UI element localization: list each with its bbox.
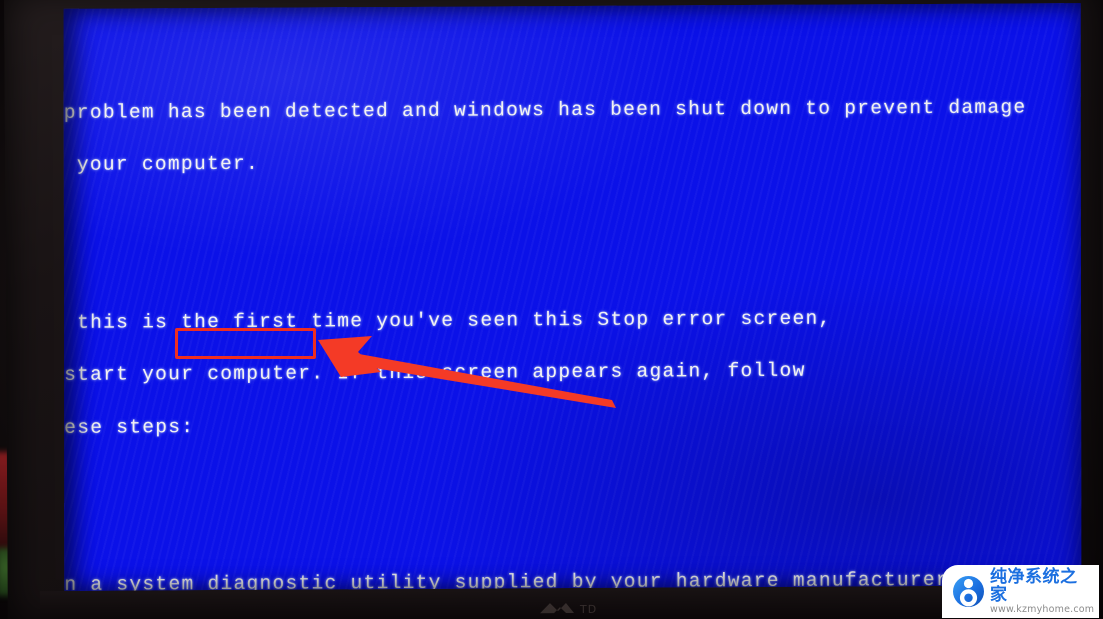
bsod-line: these steps: — [63, 415, 195, 439]
bsod-text-block: A problem has been detected and windows … — [64, 11, 1082, 591]
site-url: www.kzmyhome.com — [990, 603, 1095, 615]
bsod-line: If this is the first time you've seen th… — [63, 307, 832, 334]
monitor-brand-logo-icon: TD — [536, 600, 606, 617]
photo-of-monitor: TD A problem has been detected and windo… — [0, 0, 1103, 619]
bsod-line: A problem has been detected and windows … — [63, 95, 1027, 124]
bsod-line: to your computer. — [64, 152, 259, 176]
site-watermark: 纯净系统之家 www.kzmyhome.com — [942, 565, 1099, 618]
svg-text:TD: TD — [579, 603, 597, 616]
bsod-line: restart your computer. If this screen ap… — [63, 359, 806, 386]
bsod-paragraph-intro: A problem has been detected and windows … — [64, 64, 1082, 210]
site-watermark-text: 纯净系统之家 www.kzmyhome.com — [990, 568, 1094, 616]
bsod-paragraph-first-time: If this is the first time you've seen th… — [64, 274, 1082, 472]
bsod-screen: A problem has been detected and windows … — [63, 3, 1082, 591]
site-logo-icon — [953, 576, 984, 607]
site-name: 纯净系统之家 — [990, 566, 1078, 605]
bsod-paragraph-diagnostic: Run a system diagnostic utility supplied… — [64, 536, 1082, 591]
